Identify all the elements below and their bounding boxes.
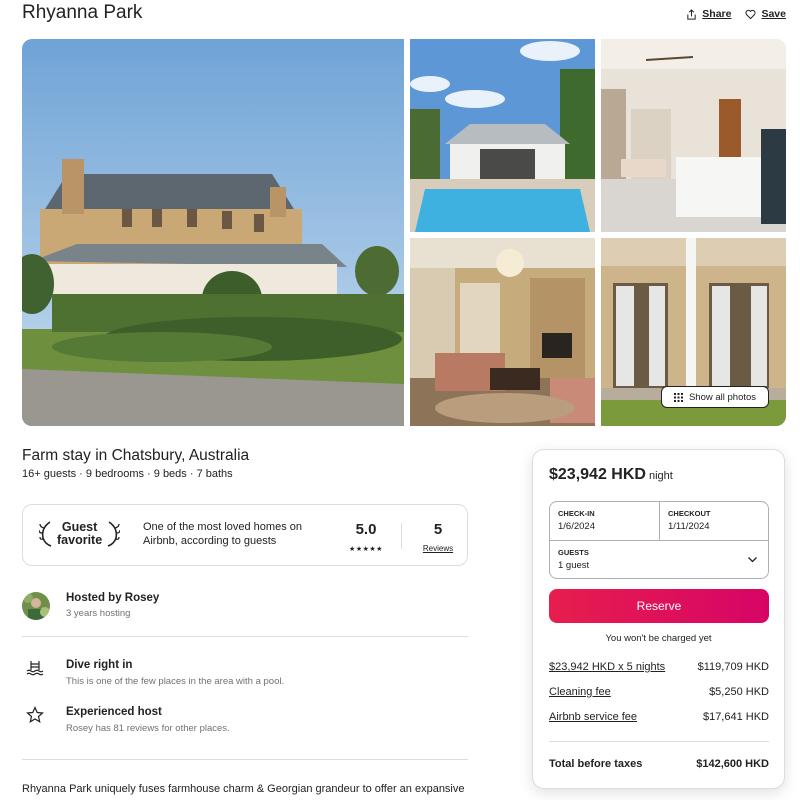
listing-subtitle: 16+ guests · 9 bedrooms · 9 beds · 7 bat… — [22, 468, 233, 480]
heart-icon — [745, 9, 756, 19]
share-label: Share — [702, 8, 732, 20]
grid-icon — [673, 392, 683, 402]
pool-icon — [26, 661, 44, 676]
price-line-cleaning: Cleaning fee $5,250 HKD — [549, 686, 769, 698]
photo-main-house[interactable] — [22, 39, 404, 426]
guests-label: GUESTS — [558, 548, 589, 557]
reserve-button[interactable]: Reserve — [549, 589, 769, 623]
price-amount: $23,942 HKD — [549, 466, 646, 483]
feature-title: Dive right in — [66, 659, 133, 671]
header-actions: Share Save — [686, 8, 786, 20]
price-line-amount: $17,641 HKD — [702, 711, 769, 723]
price-per: night — [648, 470, 673, 482]
save-button[interactable]: Save — [745, 8, 786, 20]
field-divider — [659, 502, 660, 540]
host-tenure: 3 years hosting — [66, 608, 131, 619]
host-name: Hosted by Rosey — [66, 592, 160, 604]
photo-pool[interactable] — [410, 39, 595, 232]
checkin-field[interactable]: CHECK-IN 1/6/2024 — [558, 509, 595, 532]
divider — [22, 759, 468, 760]
price-line-label[interactable]: $23,942 HKD x 5 nights — [549, 661, 665, 673]
nightly-price: $23,942 HKD night — [549, 466, 673, 484]
review-count: 5 — [433, 521, 443, 538]
booking-fields: CHECK-IN 1/6/2024 CHECKOUT 1/11/2024 GUE… — [549, 501, 769, 579]
show-all-photos-label: Show all photos — [688, 391, 757, 403]
feature-subtitle: Rosey has 81 reviews for other places. — [66, 723, 230, 734]
total-label: Total before taxes — [549, 758, 643, 770]
checkout-label: CHECKOUT — [668, 509, 711, 518]
booking-divider — [549, 741, 769, 742]
total-amount: $142,600 HKD — [696, 758, 769, 770]
guest-favorite-label: Guest favorite — [57, 521, 102, 547]
guest-favorite-label-line2: favorite — [57, 533, 103, 547]
price-line-label[interactable]: Airbnb service fee — [549, 711, 637, 723]
guests-value: 1 guest — [558, 560, 590, 571]
field-divider — [550, 540, 768, 541]
price-line-amount: $119,709 HKD — [697, 661, 769, 673]
feature-subtitle: This is one of the few places in the are… — [66, 676, 285, 687]
photo-bedroom[interactable] — [601, 39, 786, 232]
host-avatar[interactable] — [22, 592, 50, 620]
checkin-label: CHECK-IN — [558, 509, 595, 518]
divider — [22, 636, 468, 637]
laurel-right-icon — [107, 521, 121, 547]
share-icon — [687, 8, 696, 20]
price-line-amount: $5,250 HKD — [709, 686, 769, 698]
photo-living-room[interactable] — [410, 238, 595, 426]
total-line: Total before taxes $142,600 HKD — [549, 758, 769, 770]
guest-favorite-badge: Guest favorite — [39, 520, 121, 548]
listing-title: Farm stay in Chatsbury, Australia — [22, 447, 250, 464]
no-charge-note: You won't be charged yet — [605, 633, 712, 644]
page-title: Rhyanna Park — [22, 2, 143, 23]
guests-field[interactable]: GUESTS 1 guest — [558, 548, 589, 571]
price-line-nights: $23,942 HKD x 5 nights $119,709 HKD — [549, 661, 769, 673]
booking-card: $23,942 HKD night CHECK-IN 1/6/2024 CHECK… — [532, 449, 785, 789]
checkin-value: 1/6/2024 — [558, 521, 595, 532]
listing-description: Rhyanna Park uniquely fuses farmhouse ch… — [22, 783, 465, 795]
share-button[interactable]: Share — [686, 8, 731, 20]
guest-favorite-card: Guest favorite One of the most loved hom… — [22, 504, 468, 566]
star-icon — [26, 706, 44, 724]
rating-block: 5.0 ★★★★★ — [343, 521, 389, 556]
reviews-link[interactable]: Reviews — [423, 544, 453, 553]
checkout-value: 1/11/2024 — [668, 521, 710, 532]
rating-divider — [401, 523, 402, 549]
rating-value: 5.0 — [355, 521, 377, 538]
guest-favorite-description: One of the most loved homes on Airbnb, a… — [143, 521, 302, 547]
price-line-service: Airbnb service fee $17,641 HKD — [549, 711, 769, 723]
checkout-field[interactable]: CHECKOUT 1/11/2024 — [668, 509, 711, 532]
laurel-left-icon — [39, 521, 52, 547]
save-label: Save — [761, 8, 786, 20]
chevron-down-icon[interactable] — [747, 554, 758, 565]
rating-stars: ★★★★★ — [349, 546, 383, 553]
feature-title: Experienced host — [66, 706, 162, 718]
reviews-block[interactable]: 5 Reviews — [413, 521, 463, 556]
price-line-label[interactable]: Cleaning fee — [549, 686, 611, 698]
show-all-photos-button[interactable]: Show all photos — [661, 386, 769, 408]
photo-gallery — [22, 39, 786, 426]
